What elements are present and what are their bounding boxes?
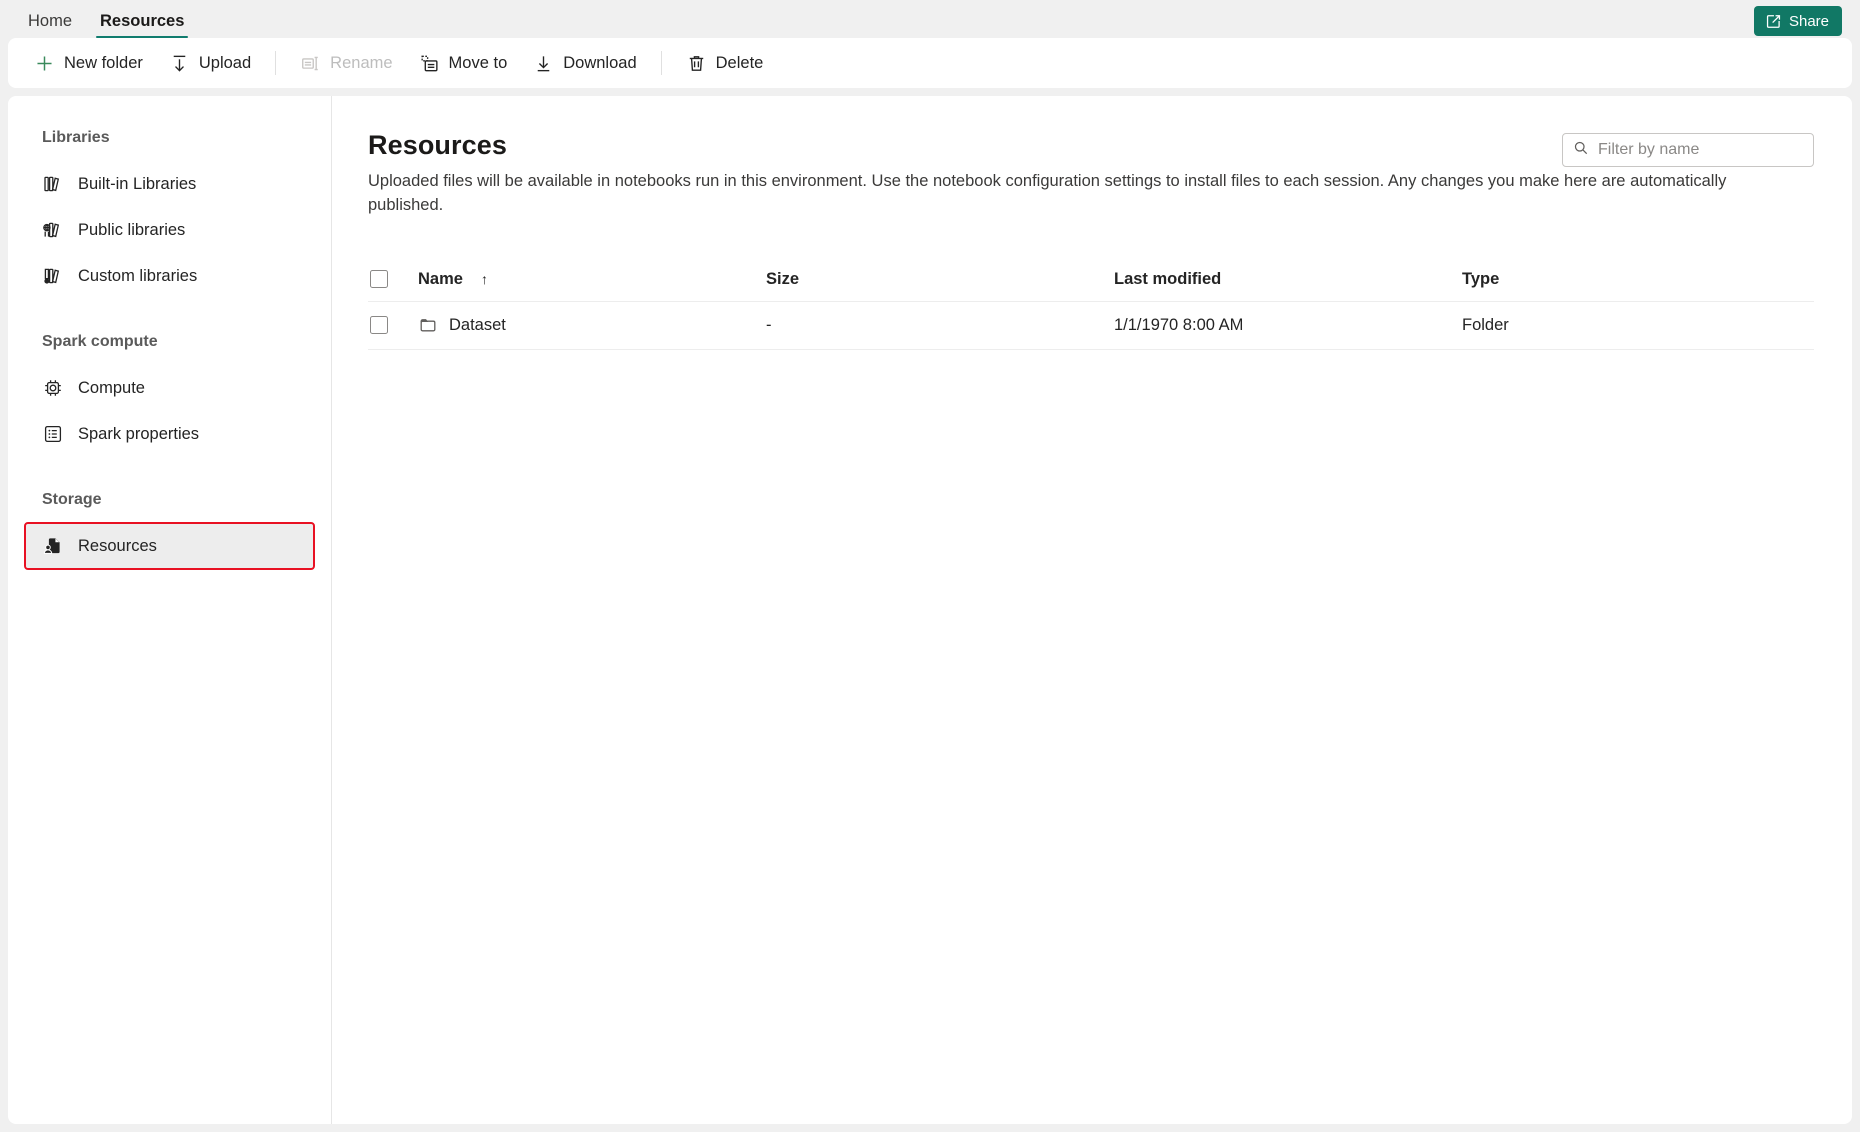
new-folder-label: New folder [64, 53, 143, 72]
cpu-chip-icon [42, 377, 64, 399]
left-navigation: Libraries Built-in Libraries Public libr… [8, 96, 332, 1124]
column-header-size[interactable]: Size [766, 270, 1114, 289]
sidebar-item-built-in-libraries-label: Built-in Libraries [78, 174, 197, 193]
nav-group-spark-compute-title: Spark compute [42, 333, 158, 350]
sidebar-item-custom-libraries[interactable]: Custom libraries [26, 254, 313, 298]
app-root: Home Resources Share New folder Upload R… [0, 0, 1860, 1132]
search-icon [1573, 140, 1589, 161]
upload-button[interactable]: Upload [157, 45, 263, 81]
move-to-icon [419, 53, 440, 74]
rename-label: Rename [330, 53, 393, 72]
resources-pane: Resources Uploaded files will be availab… [332, 96, 1852, 1124]
content-card: Libraries Built-in Libraries Public libr… [8, 96, 1852, 1124]
share-button[interactable]: Share [1753, 6, 1842, 36]
command-bar: New folder Upload Rename Move to Downloa… [8, 38, 1852, 88]
column-header-last-modified[interactable]: Last modified [1114, 270, 1462, 289]
filter-by-name-box[interactable] [1562, 133, 1814, 167]
filter-input[interactable] [1598, 141, 1803, 159]
folder-icon [418, 315, 438, 335]
table-row[interactable]: Dataset - 1/1/1970 8:00 AM Folder [368, 302, 1814, 350]
resources-document-person-icon [42, 535, 64, 557]
nav-group-libraries-title: Libraries [42, 129, 110, 146]
sort-ascending-icon: ↑ [480, 271, 488, 288]
cell-name-label: Dataset [449, 315, 506, 334]
plus-icon [34, 53, 55, 74]
new-folder-button[interactable]: New folder [22, 45, 155, 81]
upload-label: Upload [198, 53, 252, 72]
tab-home-label: Home [28, 11, 73, 30]
nav-group-storage: Storage Resources [8, 486, 331, 570]
move-to-button[interactable]: Move to [407, 45, 520, 81]
column-header-size-label: Size [766, 269, 800, 288]
delete-label: Delete [715, 53, 764, 72]
sidebar-item-resources-label: Resources [78, 536, 157, 555]
resources-table: Name ↑ Size Last modified Type Dataset -… [368, 258, 1814, 350]
toolbar-divider-2 [660, 51, 662, 75]
trash-icon [686, 53, 707, 74]
row-checkbox[interactable] [370, 316, 388, 335]
column-header-last-modified-label: Last modified [1114, 269, 1222, 288]
column-header-type[interactable]: Type [1462, 270, 1814, 289]
sidebar-item-built-in-libraries[interactable]: Built-in Libraries [26, 162, 313, 206]
nav-group-storage-title: Storage [42, 491, 102, 508]
sidebar-item-spark-properties[interactable]: Spark properties [26, 412, 313, 456]
custom-books-icon [42, 265, 64, 287]
sidebar-item-resources[interactable]: Resources [24, 522, 315, 570]
upload-icon [169, 53, 190, 74]
column-header-name[interactable]: Name ↑ [418, 270, 766, 289]
download-label: Download [563, 53, 637, 72]
nav-group-spark-compute: Spark compute Compute Spark properties [8, 328, 331, 456]
row-select-cell [370, 316, 418, 335]
share-button-label: Share [1788, 12, 1829, 30]
toolbar-divider-1 [275, 51, 277, 75]
tab-strip: Home Resources Share [0, 0, 1860, 40]
nav-group-libraries: Libraries Built-in Libraries Public libr… [8, 124, 331, 298]
books-icon [42, 173, 64, 195]
tab-home[interactable]: Home [14, 2, 86, 40]
cell-size: - [766, 315, 772, 334]
rename-button[interactable]: Rename [288, 45, 404, 81]
rename-icon [300, 53, 321, 74]
properties-list-icon [42, 423, 64, 445]
tab-resources[interactable]: Resources [86, 2, 198, 40]
select-all-checkbox[interactable] [370, 270, 388, 289]
share-icon [1765, 13, 1782, 30]
sidebar-item-compute[interactable]: Compute [26, 366, 313, 410]
sidebar-item-spark-properties-label: Spark properties [78, 424, 200, 443]
select-all-cell [370, 270, 418, 289]
download-button[interactable]: Download [521, 45, 648, 81]
sidebar-item-custom-libraries-label: Custom libraries [78, 266, 198, 285]
download-icon [533, 53, 554, 74]
public-books-icon [42, 219, 64, 241]
tab-resources-label: Resources [100, 11, 185, 30]
sidebar-item-public-libraries[interactable]: Public libraries [26, 208, 313, 252]
column-header-name-label: Name [418, 269, 463, 288]
table-header-row: Name ↑ Size Last modified Type [368, 258, 1814, 302]
cell-name: Dataset [418, 315, 766, 335]
sidebar-item-compute-label: Compute [78, 378, 145, 397]
cell-last-modified: 1/1/1970 8:00 AM [1114, 315, 1244, 334]
delete-button[interactable]: Delete [674, 45, 776, 81]
move-to-label: Move to [448, 53, 508, 72]
page-description: Uploaded files will be available in note… [368, 172, 1727, 214]
column-header-type-label: Type [1462, 269, 1500, 288]
cell-type: Folder [1462, 315, 1509, 334]
sidebar-item-public-libraries-label: Public libraries [78, 220, 186, 239]
